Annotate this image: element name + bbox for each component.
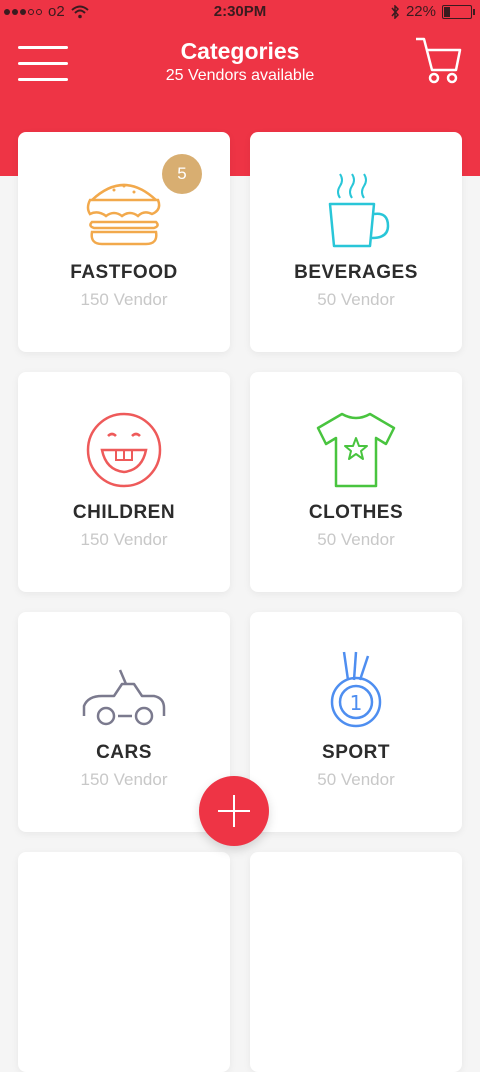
battery-percent: 22% [405,3,436,20]
status-bar: o2 2:30PM 22% [0,0,480,24]
bluetooth-icon [391,4,399,19]
battery-icon [442,4,475,19]
page-subtitle: 25 Vendors available [165,67,315,84]
burger-icon [86,183,161,246]
category-card-partial[interactable] [18,852,230,1072]
coffee-cup-icon [328,173,390,248]
category-card-fastfood[interactable]: 5 FASTFOOD 150 Vendor [18,132,230,352]
tshirt-icon [316,412,396,488]
category-card-partial[interactable] [250,852,462,1072]
category-name: CARS [96,742,152,763]
vendor-count: 150 Vendor [80,290,168,309]
category-name: CHILDREN [72,502,176,523]
category-card-cars[interactable]: CARS 150 Vendor [18,612,230,832]
add-button[interactable] [199,776,269,846]
smiley-face-icon [86,412,162,488]
vendor-count: 50 Vendor [317,290,395,309]
category-card-beverages[interactable]: BEVERAGES 50 Vendor [250,132,462,352]
category-name: FASTFOOD [70,262,178,283]
car-icon [82,669,166,726]
vendor-count: 50 Vendor [317,530,395,549]
vendor-count: 150 Vendor [80,530,168,549]
svg-text:1: 1 [350,691,363,715]
category-card-sport[interactable]: 1 SPORT 50 Vendor [250,612,462,832]
category-card-children[interactable]: CHILDREN 150 Vendor [18,372,230,592]
vendor-count: 50 Vendor [317,770,395,789]
category-name: CLOTHES [308,502,404,523]
category-card-clothes[interactable]: CLOTHES 50 Vendor [250,372,462,592]
vendor-count: 150 Vendor [80,770,168,789]
cart-icon[interactable] [414,36,462,86]
notification-badge: 5 [162,154,202,194]
page-title: Categories [180,38,300,64]
status-right: 22% [390,3,475,20]
category-name: SPORT [322,742,390,763]
category-name: BEVERAGES [294,262,418,283]
medal-icon: 1 [330,651,382,728]
